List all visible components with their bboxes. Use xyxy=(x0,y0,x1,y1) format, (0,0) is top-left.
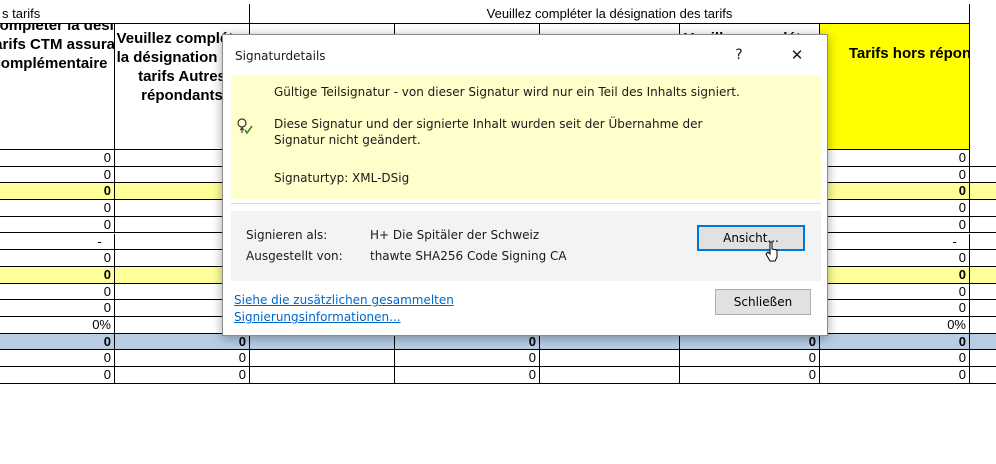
table-cell[interactable]: 0 xyxy=(115,367,250,384)
table-cell[interactable]: 0% xyxy=(820,317,970,334)
table-cell[interactable] xyxy=(970,250,996,267)
table-cell[interactable]: 0% xyxy=(0,317,115,334)
table-cell[interactable]: 0 xyxy=(0,183,115,201)
table-cell[interactable] xyxy=(970,333,996,351)
table-cell[interactable] xyxy=(970,284,996,301)
table-cell[interactable] xyxy=(250,367,395,384)
table-cell[interactable]: 0 xyxy=(0,166,115,184)
table-cell[interactable]: 0 xyxy=(680,333,820,351)
table-cell[interactable]: 0 xyxy=(395,350,540,368)
table-cell[interactable] xyxy=(970,150,996,167)
table-cell[interactable]: 0 xyxy=(0,283,115,301)
signature-icon xyxy=(237,118,253,135)
table-cell[interactable]: 0 xyxy=(820,166,970,184)
table-cell[interactable]: 0 xyxy=(0,333,115,351)
partial-signature-text: Gültige Teilsignatur - von dieser Signat… xyxy=(274,85,740,99)
table-cell[interactable]: 0 xyxy=(820,350,970,368)
dialog-title: Signaturdetails xyxy=(235,49,326,63)
table-cell[interactable]: 0 xyxy=(820,183,970,201)
table-cell[interactable] xyxy=(970,266,996,284)
header-center-text: Veuillez compléter la désignation des ta… xyxy=(250,4,970,24)
table-cell[interactable] xyxy=(970,350,996,368)
header-left-text: s tarifs xyxy=(0,4,250,24)
table-cell[interactable] xyxy=(970,300,996,317)
table-cell[interactable]: 0 xyxy=(0,350,115,368)
table-cell[interactable]: 0 xyxy=(395,367,540,384)
signature-type-text: Signaturtyp: XML-DSig xyxy=(274,171,410,185)
table-cell[interactable]: 0 xyxy=(0,200,115,217)
table-cell[interactable] xyxy=(540,367,680,384)
table-cell[interactable]: 0 xyxy=(820,300,970,317)
table-cell[interactable] xyxy=(250,350,395,368)
column-header-text: Tarifs hors répondants xyxy=(848,45,970,62)
table-cell[interactable]: 0 xyxy=(115,350,250,368)
view-certificate-button[interactable]: Ansicht... xyxy=(697,225,805,251)
table-cell[interactable]: 0 xyxy=(0,300,115,317)
table-cell[interactable]: 0 xyxy=(0,367,115,384)
table-cell[interactable]: 0 xyxy=(680,350,820,368)
table-cell[interactable]: 0 xyxy=(820,150,970,167)
table-cell[interactable]: 0 xyxy=(820,216,970,234)
link-line1: Siehe die zusätzlichen gesammelten xyxy=(234,293,454,307)
table-cell[interactable]: 0 xyxy=(820,283,970,301)
question-icon[interactable]: ? xyxy=(727,43,751,67)
table-cell[interactable]: 0 xyxy=(0,216,115,234)
signature-status-panel: Gültige Teilsignatur - von dieser Signat… xyxy=(231,75,821,199)
close-icon[interactable]: ✕ xyxy=(785,43,809,67)
table-cell[interactable]: 0 xyxy=(820,333,970,351)
table-cell[interactable] xyxy=(540,333,680,351)
table-cell[interactable] xyxy=(970,317,996,334)
issuer-label: Ausgestellt von: xyxy=(246,249,343,263)
table-cell[interactable]: 0 xyxy=(820,200,970,217)
mouse-cursor-icon xyxy=(765,241,778,262)
column-header-text: Veuillez compléter la désignation des ta… xyxy=(0,24,115,72)
table-cell[interactable]: 0 xyxy=(115,333,250,351)
table-cell[interactable] xyxy=(540,350,680,368)
table-cell[interactable] xyxy=(250,333,395,351)
divider xyxy=(231,203,821,204)
table-cell[interactable]: 0 xyxy=(0,250,115,267)
table-cell[interactable]: - xyxy=(820,233,970,251)
table-cell[interactable] xyxy=(970,167,996,184)
table-cell[interactable] xyxy=(970,367,996,384)
column-header: Tarifs hors répondants xyxy=(820,24,970,150)
table-cell[interactable]: 0 xyxy=(680,367,820,384)
table-cell[interactable]: 0 xyxy=(820,266,970,284)
close-button[interactable]: Schließen xyxy=(715,289,811,315)
table-cell[interactable]: 0 xyxy=(0,150,115,167)
table-cell[interactable] xyxy=(970,217,996,234)
table-cell[interactable]: 0 xyxy=(0,266,115,284)
column-header: Veuillez compléter la désignation des ta… xyxy=(0,24,115,150)
signer-value: H+ Die Spitäler der Schweiz xyxy=(370,228,540,242)
table-cell[interactable] xyxy=(970,234,996,251)
unchanged-text-line1: Diese Signatur und der signierte Inhalt … xyxy=(274,117,703,131)
table-cell[interactable] xyxy=(970,183,996,201)
table-cell[interactable]: 0 xyxy=(820,367,970,384)
table-cell[interactable]: 0 xyxy=(820,250,970,267)
table-cell[interactable]: 0 xyxy=(395,333,540,351)
table-cell[interactable] xyxy=(970,200,996,217)
close-button-label: Schließen xyxy=(733,295,793,309)
signer-label: Signieren als: xyxy=(246,228,328,242)
issuer-value: thawte SHA256 Code Signing CA xyxy=(370,249,567,263)
more-signing-info-link[interactable]: Siehe die zusätzlichen gesammelten Signi… xyxy=(234,292,454,326)
link-line2: Signierungsinformationen... xyxy=(234,310,401,324)
signature-details-dialog: Signaturdetails ? ✕ Gültige Teilsignatur… xyxy=(222,34,828,336)
table-cell[interactable]: - xyxy=(0,233,115,251)
unchanged-text-line2: Signatur nicht geändert. xyxy=(274,133,421,147)
